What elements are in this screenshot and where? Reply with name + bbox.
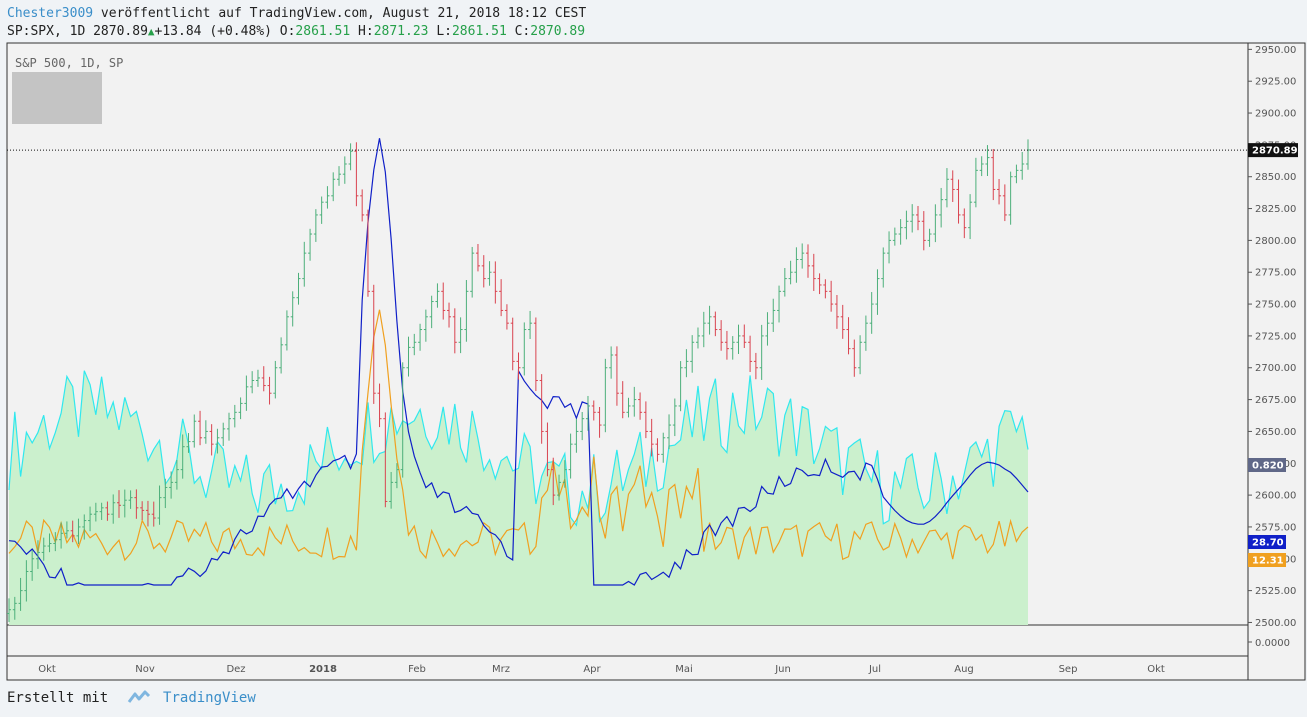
time-axis-label: Jul	[868, 664, 881, 675]
price-tick-label: 2825.00	[1255, 204, 1296, 215]
price-tick-label: 2950.00	[1255, 45, 1296, 56]
price-tick-label: 2900.00	[1255, 109, 1296, 120]
cyan-value-badge-label: 0.820	[1252, 461, 1284, 472]
footer: Erstellt mit TradingView	[7, 690, 256, 706]
price-tick-label: 2925.00	[1255, 77, 1296, 88]
price-tick-label: 2675.00	[1255, 395, 1296, 406]
price-tick-label: 2575.00	[1255, 522, 1296, 533]
blue-value-badge-label: 28.70	[1252, 538, 1284, 549]
lower-pane[interactable]	[7, 625, 1248, 656]
price-tick-label: 2850.00	[1255, 172, 1296, 183]
time-axis-label: Okt	[38, 664, 56, 675]
price-axis[interactable]	[1248, 43, 1305, 680]
time-axis-label: Nov	[135, 664, 155, 675]
legend-placeholder	[12, 72, 102, 124]
price-tick-label: 2750.00	[1255, 300, 1296, 311]
price-chart[interactable]: 2950.002925.002900.002875.002850.002825.…	[0, 0, 1307, 690]
price-tick-label: 2800.00	[1255, 236, 1296, 247]
price-tick-label: 2500.00	[1255, 618, 1296, 629]
chart-title: S&P 500, 1D, SP	[15, 56, 123, 70]
lower-pane-tick-label: 0.0000	[1255, 638, 1290, 649]
time-axis-label: Apr	[583, 664, 601, 675]
time-axis-label: Mai	[675, 664, 693, 675]
time-axis-label: Mrz	[492, 664, 510, 675]
price-tick-label: 2725.00	[1255, 331, 1296, 342]
time-axis-label: Aug	[954, 664, 974, 675]
time-axis-label: Jun	[774, 664, 791, 675]
orange-value-badge-label: 12.31	[1252, 556, 1284, 567]
price-tick-label: 2700.00	[1255, 363, 1296, 374]
last-price-badge-label: 2870.89	[1252, 146, 1298, 157]
tradingview-logo-icon	[127, 690, 151, 704]
time-axis-label: Sep	[1059, 664, 1078, 675]
price-tick-label: 2650.00	[1255, 427, 1296, 438]
price-tick-label: 2775.00	[1255, 268, 1296, 279]
tradingview-link[interactable]: TradingView	[163, 690, 256, 706]
time-axis-label: 2018	[309, 664, 337, 675]
time-axis-label: Okt	[1147, 664, 1165, 675]
price-tick-label: 2600.00	[1255, 491, 1296, 502]
time-axis-label: Feb	[408, 664, 426, 675]
time-axis-label: Dez	[226, 664, 245, 675]
price-tick-label: 2525.00	[1255, 586, 1296, 597]
created-with-label: Erstellt mit	[7, 690, 108, 706]
